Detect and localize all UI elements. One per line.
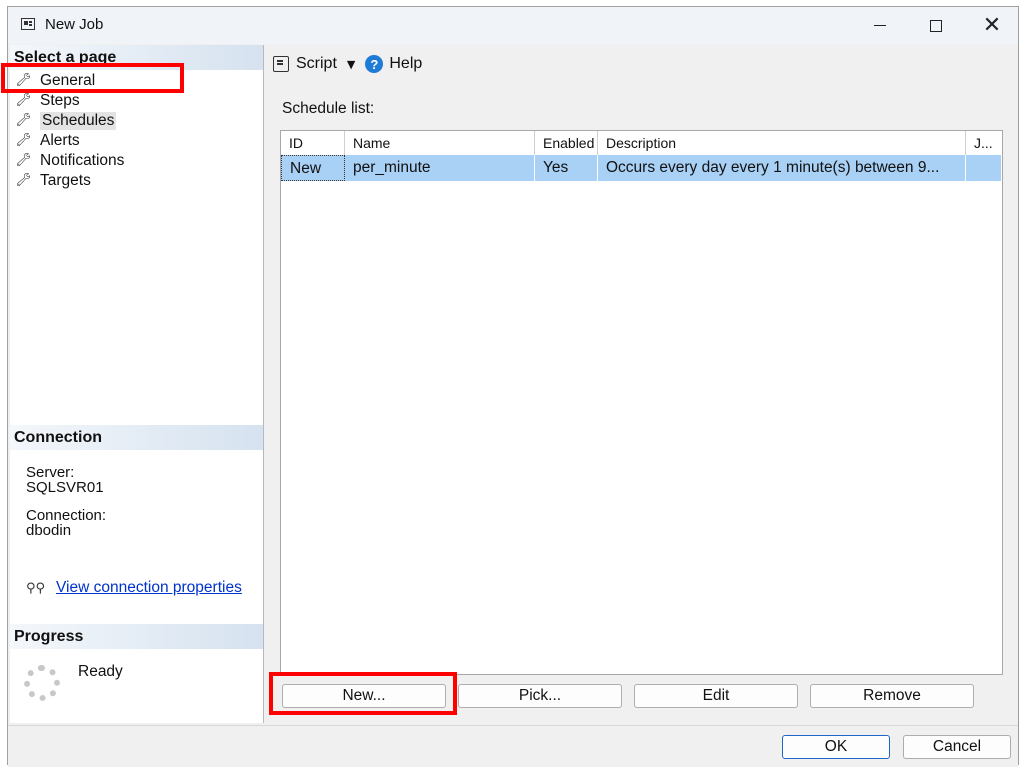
help-icon: ? xyxy=(365,55,384,73)
server-label: Server: xyxy=(26,464,75,481)
sidebar-item-schedules[interactable]: 🔧︎ Schedules xyxy=(15,111,124,131)
column-header-description[interactable]: Description xyxy=(598,131,966,155)
column-header-enabled[interactable]: Enabled xyxy=(535,131,598,155)
maximize-icon xyxy=(930,19,942,32)
ok-button[interactable]: OK xyxy=(782,735,890,759)
script-dropdown-icon[interactable]: ▼ xyxy=(347,58,355,71)
wrench-icon: 🔧︎ xyxy=(15,133,32,148)
cell-j xyxy=(966,155,1002,181)
cell-enabled: Yes xyxy=(535,155,598,181)
connection-header: Connection xyxy=(10,425,263,450)
cancel-button[interactable]: Cancel xyxy=(903,735,1011,759)
toolbar: Script ▼ ? Help xyxy=(273,55,422,73)
pick-schedule-button[interactable]: Pick... xyxy=(458,684,622,708)
window-title: New Job xyxy=(45,16,104,33)
column-header-id[interactable]: ID xyxy=(281,131,345,155)
server-value: SQLSVR01 xyxy=(26,479,104,496)
sidebar-item-label: Targets xyxy=(40,172,91,189)
sidebar-item-label: Schedules xyxy=(40,112,117,130)
schedule-list-label: Schedule list: xyxy=(282,100,375,117)
progress-header: Progress xyxy=(10,624,263,649)
help-button[interactable]: Help xyxy=(389,55,422,73)
sidebar-item-steps[interactable]: 🔧︎ Steps xyxy=(15,91,124,111)
window-icon xyxy=(21,18,35,30)
script-button[interactable]: Script xyxy=(296,55,337,73)
sidebar-item-label: Alerts xyxy=(40,132,80,149)
new-job-dialog: New Job ✕ Select a page 🔧︎ General 🔧︎ Step… xyxy=(7,6,1019,767)
highlight-box-schedules xyxy=(1,63,184,93)
edit-schedule-button[interactable]: Edit xyxy=(634,684,798,708)
column-header-name[interactable]: Name xyxy=(345,131,535,155)
close-icon: ✕ xyxy=(982,12,1002,38)
wrench-icon: 🔧︎ xyxy=(15,113,32,128)
sidebar-item-label: Notifications xyxy=(40,152,125,169)
wrench-icon: 🔧︎ xyxy=(15,173,32,188)
schedule-list-grid[interactable]: ID Name Enabled Description J... New per… xyxy=(280,130,1003,675)
maximize-button[interactable] xyxy=(908,7,964,44)
cell-name: per_minute xyxy=(345,155,535,181)
sidebar-item-label: Steps xyxy=(40,92,80,109)
connection-label: Connection: xyxy=(26,507,107,524)
sidebar-item-targets[interactable]: 🔧︎ Targets xyxy=(15,171,124,191)
connection-properties-row: ⚲⚲ View connection properties xyxy=(26,579,242,597)
connection-info: Server: SQLSVR01 Connection: dbodin xyxy=(26,465,106,538)
progress-spinner-icon xyxy=(24,665,60,701)
sidebar-item-notifications[interactable]: 🔧︎ Notifications xyxy=(15,151,125,171)
minimize-icon xyxy=(874,24,886,27)
wrench-icon: 🔧︎ xyxy=(15,153,32,168)
cell-description: Occurs every day every 1 minute(s) betwe… xyxy=(598,155,966,181)
cell-id: New xyxy=(281,155,345,181)
view-connection-properties-link[interactable]: View connection properties xyxy=(56,579,242,597)
column-header-j[interactable]: J... xyxy=(966,131,1002,155)
progress-status: Ready xyxy=(78,663,123,680)
left-pane: Select a page 🔧︎ General 🔧︎ Steps 🔧︎ Schedu… xyxy=(10,45,264,723)
close-button[interactable]: ✕ xyxy=(964,7,1020,44)
connection-properties-icon: ⚲⚲ xyxy=(26,580,46,596)
connection-value: dbodin xyxy=(26,522,72,539)
wrench-icon: 🔧︎ xyxy=(15,93,32,108)
sidebar-item-alerts[interactable]: 🔧︎ Alerts xyxy=(15,131,124,151)
highlight-box-new-button xyxy=(269,672,457,715)
title-bar: New Job ✕ xyxy=(8,7,1018,44)
table-row[interactable]: New per_minute Yes Occurs every day ever… xyxy=(281,155,1002,181)
grid-header: ID Name Enabled Description J... xyxy=(281,131,1002,156)
remove-schedule-button[interactable]: Remove xyxy=(810,684,974,708)
script-icon xyxy=(273,56,289,72)
minimize-button[interactable] xyxy=(852,7,908,44)
